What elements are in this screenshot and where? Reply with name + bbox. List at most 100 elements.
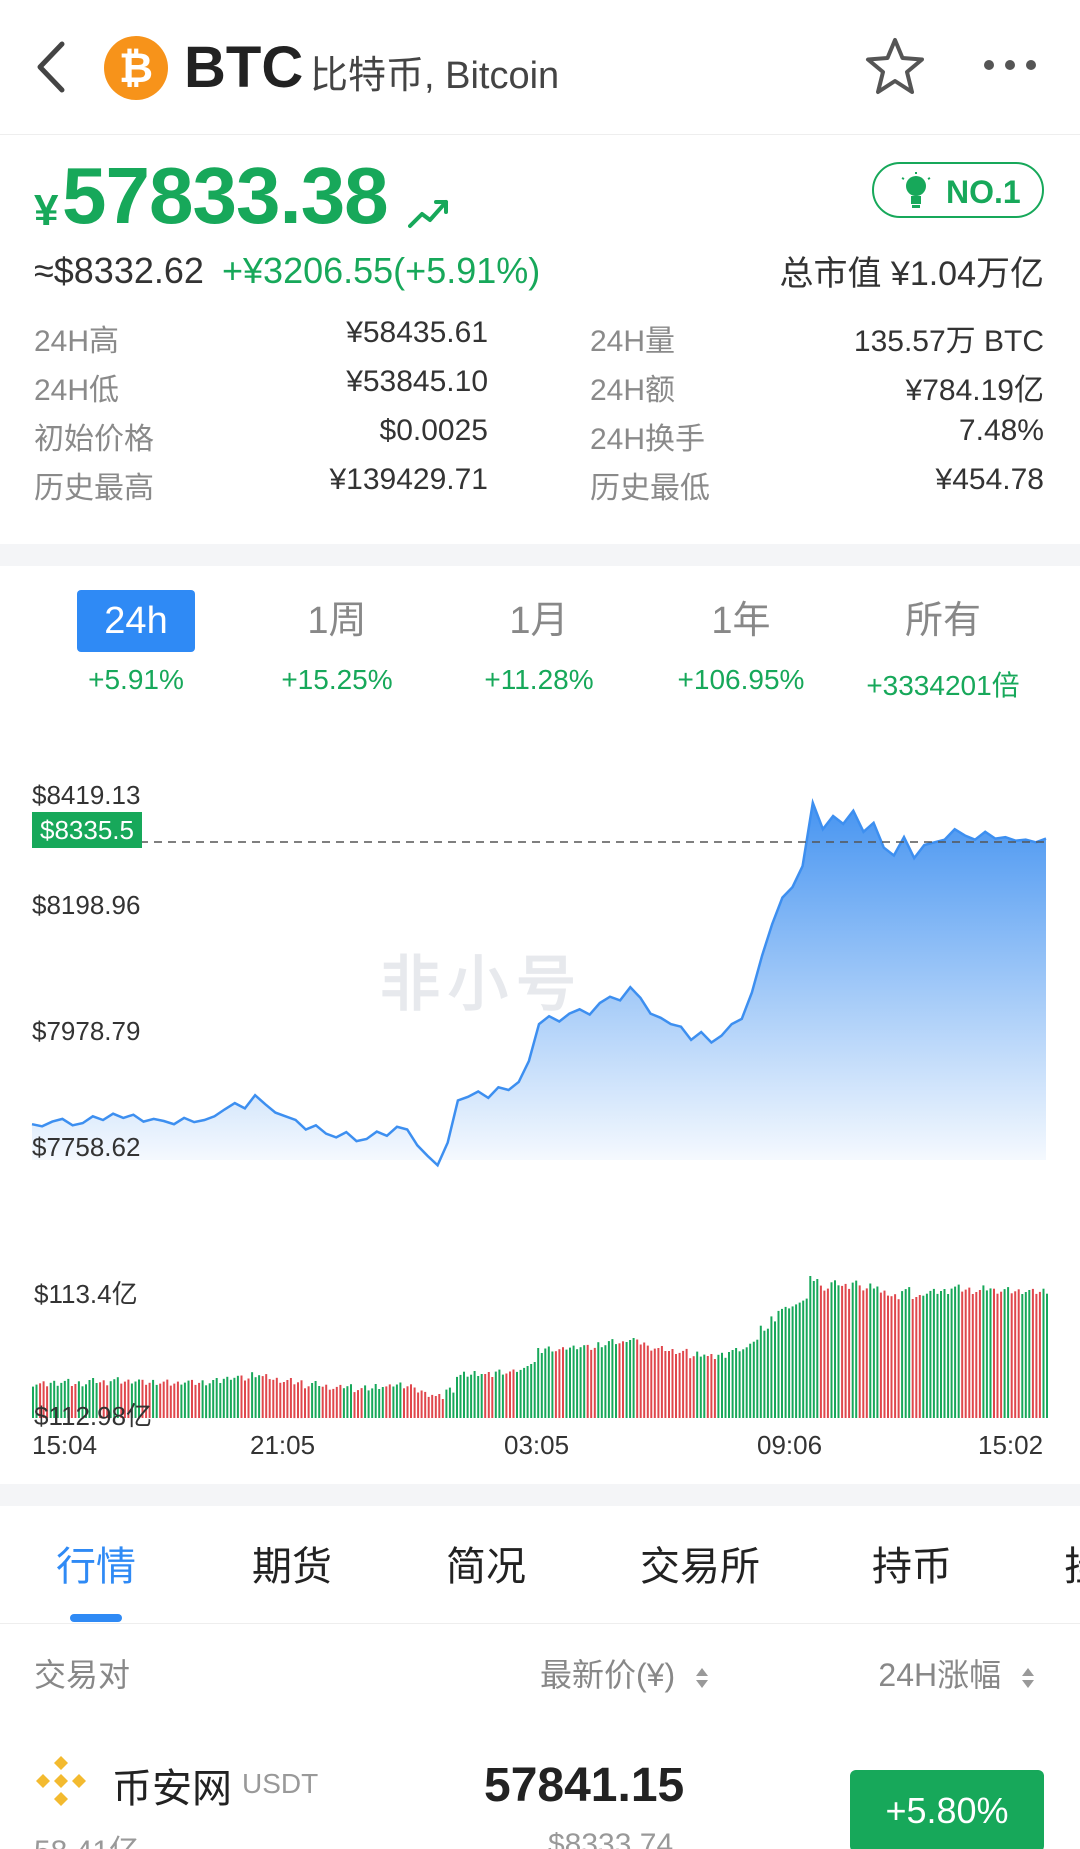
volume-bar — [286, 1380, 289, 1418]
favorite-star-icon[interactable] — [864, 36, 926, 98]
volume-bar — [597, 1342, 600, 1418]
list-header: 交易对 最新价(¥) 24H涨幅 — [0, 1624, 1080, 1716]
volume-bar — [766, 1328, 769, 1418]
volume-bar — [918, 1295, 921, 1418]
y-tick-label: $8198.96 — [32, 890, 141, 920]
coin-symbol: BTC — [184, 35, 304, 100]
volume-bar — [763, 1330, 766, 1418]
volume-bar — [236, 1375, 239, 1418]
price-chart[interactable]: 非小号 $8419.13 $8335.5 $8198.96 $7978.79 $… — [0, 740, 1080, 1240]
volume-bar — [339, 1384, 342, 1418]
tab-exchanges[interactable]: 交易所 — [640, 1534, 760, 1592]
exchange-volume: 58.41亿 — [34, 1826, 139, 1849]
tab-holders[interactable]: 持币 — [872, 1534, 952, 1592]
volume-bar — [526, 1366, 529, 1418]
stat-row: 历史最低 ¥454.78 — [590, 463, 1044, 511]
x-tick-label: 15:04 — [32, 1430, 98, 1460]
rank-badge[interactable]: NO.1 — [872, 162, 1044, 218]
volume-bar — [215, 1378, 218, 1418]
volume-bar — [611, 1339, 614, 1418]
more-options-icon[interactable] — [982, 56, 1038, 74]
active-tab-indicator — [70, 1614, 122, 1622]
volume-bar — [685, 1348, 688, 1418]
volume-bar — [183, 1382, 186, 1418]
volume-bar — [869, 1283, 872, 1418]
volume-bar — [742, 1349, 745, 1418]
exchange-pair: USDT — [242, 1768, 319, 1799]
column-header-change[interactable]: 24H涨幅 — [878, 1650, 1036, 1696]
volume-bar — [830, 1282, 833, 1418]
volume-bar — [1046, 1293, 1048, 1418]
volume-bar — [258, 1375, 261, 1418]
volume-bar — [233, 1377, 236, 1418]
volume-bar — [812, 1281, 815, 1418]
volume-bar — [904, 1289, 907, 1418]
stat-label: 24H量 — [590, 325, 676, 358]
volume-bar — [279, 1382, 282, 1418]
volume-bar — [226, 1376, 229, 1418]
volume-bar — [240, 1375, 243, 1418]
exchange-name: 币安网 — [112, 1767, 232, 1811]
period-tab-week[interactable]: 1周 +15.25% — [257, 590, 417, 710]
volume-bar — [459, 1374, 462, 1418]
volume-bar — [576, 1349, 579, 1418]
x-tick-label: 09:06 — [757, 1430, 823, 1460]
tab-futures[interactable]: 期货 — [252, 1534, 332, 1592]
volume-bar — [957, 1284, 960, 1418]
volume-bar — [724, 1357, 727, 1418]
volume-bar — [395, 1384, 398, 1418]
volume-bar — [735, 1348, 738, 1418]
volume-bar — [590, 1349, 593, 1418]
exchange-price: 57841.15 — [484, 1759, 685, 1812]
volume-bar — [498, 1369, 501, 1418]
top-bar: ₿ BTC 比特币, Bitcoin — [0, 0, 1080, 135]
volume-chart[interactable]: $113.4亿 $112.98亿 15:04 21:05 03:05 09:06… — [0, 1240, 1080, 1485]
tab-more[interactable]: 挂 — [1064, 1534, 1080, 1592]
volume-bar — [470, 1374, 473, 1418]
column-header-price[interactable]: 最新价(¥) — [540, 1650, 710, 1696]
volume-bar — [304, 1388, 306, 1418]
volume-bar — [936, 1293, 939, 1418]
period-tab-year[interactable]: 1年 +106.95% — [661, 590, 821, 710]
exchange-row[interactable]: 币安网 USDT 58.41亿 57841.15 $8333.74 +5.80% — [0, 1716, 1080, 1849]
period-tab-month[interactable]: 1月 +11.28% — [459, 590, 619, 710]
volume-bar — [371, 1388, 374, 1418]
volume-bar — [922, 1295, 925, 1418]
tab-overview[interactable]: 简况 — [446, 1534, 526, 1592]
y-tick-label: $8419.13 — [32, 780, 141, 810]
volume-bar — [784, 1306, 787, 1418]
period-tab-24h[interactable]: 24h +5.91% — [56, 590, 216, 710]
volume-bar — [335, 1386, 338, 1418]
volume-bar — [713, 1359, 716, 1418]
volume-bar — [445, 1389, 448, 1418]
volume-bar — [367, 1390, 370, 1418]
stat-row: 初始价格 $0.0025 — [34, 414, 488, 462]
stat-value: 7.48% — [958, 414, 1044, 447]
x-tick-label: 21:05 — [250, 1430, 316, 1460]
volume-bar — [477, 1376, 480, 1418]
volume-bar — [579, 1347, 582, 1418]
volume-bar — [834, 1280, 836, 1418]
back-arrow-icon[interactable] — [30, 38, 74, 96]
tab-market[interactable]: 行情 — [56, 1534, 136, 1592]
x-tick-label: 15:02 — [978, 1430, 1044, 1460]
volume-bar — [929, 1290, 932, 1418]
section-divider — [0, 1484, 1080, 1506]
volume-bar — [894, 1294, 897, 1418]
volume-bar — [876, 1286, 879, 1418]
volume-bar — [901, 1291, 904, 1418]
stat-label: 24H额 — [590, 374, 676, 407]
volume-bar — [1035, 1293, 1038, 1418]
volume-bar — [915, 1297, 918, 1418]
volume-bar — [668, 1351, 670, 1418]
period-tab-change: +15.25% — [281, 664, 393, 695]
coin-name: 比特币, Bitcoin — [310, 55, 560, 97]
volume-bar — [180, 1384, 183, 1418]
volume-bar — [996, 1293, 999, 1418]
volume-bar — [212, 1380, 215, 1418]
stat-value: $0.0025 — [379, 414, 488, 447]
volume-bar — [325, 1384, 328, 1418]
volume-bar — [523, 1367, 526, 1418]
period-tab-all[interactable]: 所有 +3334201倍 — [863, 590, 1023, 710]
volume-bar — [1021, 1294, 1024, 1418]
